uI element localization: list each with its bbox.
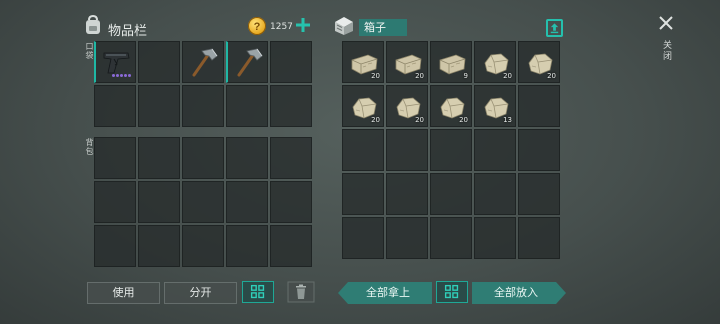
gold-coin-icon: ? [248,17,266,35]
box-slot[interactable]: 20 [474,41,516,83]
backpack-slot[interactable] [270,137,312,179]
box-slot[interactable]: 20 [386,85,428,127]
inventory-sort-button[interactable] [242,281,274,303]
inventory-title: 物品栏 [108,24,148,39]
box-slot[interactable] [430,129,472,171]
backpack-slot[interactable] [138,181,180,223]
box-slot[interactable]: 20 [430,85,472,127]
item-quantity: 13 [503,116,512,124]
box-slot[interactable] [342,173,384,215]
trash-button[interactable] [287,281,315,303]
box-slot[interactable]: 20 [342,41,384,83]
item-quantity: 20 [371,116,380,124]
backpack-slot[interactable] [138,225,180,267]
box-slot[interactable]: 13 [474,85,516,127]
upload-icon[interactable] [546,19,563,37]
box-slot[interactable] [342,217,384,259]
item-quantity: 9 [463,72,468,80]
box-slot[interactable] [342,129,384,171]
backpack-slot[interactable] [94,181,136,223]
item-quantity: 20 [547,72,556,80]
box-slot[interactable] [386,129,428,171]
backpack-slot[interactable] [182,225,224,267]
sort-grid-icon [444,284,459,299]
take-all-button[interactable]: 全部拿上 [338,282,432,304]
use-button[interactable]: 使用 [87,282,160,304]
pocket-slot[interactable] [226,41,268,83]
item-quantity: 20 [503,72,512,80]
backpack-slot[interactable] [94,137,136,179]
storage-box-icon [335,17,353,35]
gold-amount: 1257 [270,22,293,32]
item-quantity: 20 [459,116,468,124]
pocket-grid [94,41,312,127]
backpack-slot[interactable] [94,225,136,267]
box-slot[interactable] [430,173,472,215]
svg-text:?: ? [254,21,261,33]
box-slot[interactable] [518,173,560,215]
box-slot[interactable] [518,85,560,127]
backpack-slot[interactable] [226,137,268,179]
box-slot[interactable] [430,217,472,259]
box-slot[interactable] [474,217,516,259]
box-slot[interactable]: 20 [518,41,560,83]
pocket-slot[interactable] [138,85,180,127]
put-all-button[interactable]: 全部放入 [472,282,566,304]
backpack-slot[interactable] [226,225,268,267]
split-button[interactable]: 分开 [164,282,237,304]
item-quantity: 20 [371,72,380,80]
box-slot[interactable] [386,173,428,215]
close-x-icon[interactable] [657,14,675,32]
hatchet-icon [237,48,263,77]
backpack-slot[interactable] [138,137,180,179]
box-sort-button[interactable] [436,281,468,303]
pocket-slot[interactable] [226,85,268,127]
item-quantity: 20 [415,116,424,124]
pocket-slot[interactable] [182,85,224,127]
box-slot[interactable] [518,217,560,259]
pocket-slot[interactable] [182,41,224,83]
sort-grid-icon [250,284,265,299]
box-slot[interactable] [518,129,560,171]
item-quantity: 20 [415,72,424,80]
box-slot[interactable] [386,217,428,259]
backpack-icon [86,14,100,34]
close-label[interactable]: 关闭 [660,40,673,62]
box-slot[interactable]: 20 [342,85,384,127]
trash-icon [287,281,315,303]
ammo-dots [112,74,131,77]
backpack-slot[interactable] [182,137,224,179]
pocket-slot[interactable] [138,41,180,83]
box-title: 箱子 [359,19,407,36]
backpack-slot[interactable] [226,181,268,223]
box-slot[interactable] [474,173,516,215]
box-grid: 20 20 9 20 20 20 20 20 13 [342,41,560,269]
box-slot[interactable]: 20 [386,41,428,83]
backpack-grid [94,137,312,267]
box-slot[interactable]: 9 [430,41,472,83]
backpack-slot[interactable] [182,181,224,223]
add-gold-button[interactable] [294,16,312,34]
hatchet-icon [192,48,218,77]
box-slot[interactable] [474,129,516,171]
backpack-slot[interactable] [270,225,312,267]
pocket-slot[interactable] [270,41,312,83]
pocket-slot[interactable] [94,85,136,127]
pocket-slot[interactable] [94,41,136,83]
backpack-slot[interactable] [270,181,312,223]
pocket-slot[interactable] [270,85,312,127]
